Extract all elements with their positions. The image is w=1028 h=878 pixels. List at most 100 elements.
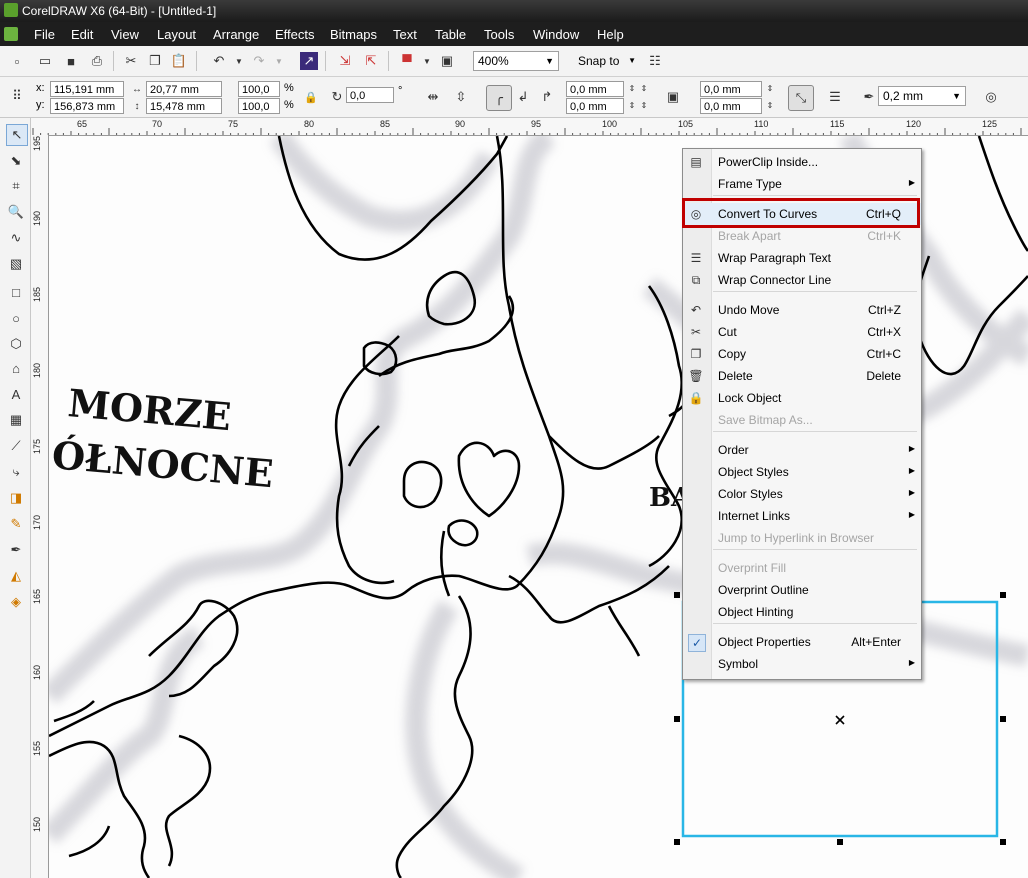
app-menu-icon[interactable] bbox=[4, 27, 18, 41]
ellipse-tool-icon[interactable]: ○ bbox=[6, 308, 26, 328]
copy-icon[interactable]: ❐ bbox=[146, 52, 164, 70]
snap-to-dropdown[interactable]: Snap to ▼ bbox=[570, 51, 640, 71]
selection-center-marker[interactable] bbox=[835, 715, 845, 725]
connector-tool-icon[interactable]: ⤷ bbox=[6, 462, 26, 482]
dimension-tool-icon[interactable]: ⟋ bbox=[6, 436, 26, 456]
freehand-tool-icon[interactable]: ∿ bbox=[6, 228, 26, 248]
lock-corners-icon[interactable]: ▣ bbox=[664, 88, 682, 106]
round-corner-icon[interactable]: ╭ bbox=[486, 85, 512, 111]
print-icon[interactable]: ⎙ bbox=[88, 52, 106, 70]
convert-to-curves-icon[interactable]: ◎ bbox=[982, 88, 1000, 106]
outline-pen-tool-icon[interactable]: ✒ bbox=[6, 540, 26, 560]
application-launcher-icon[interactable]: ▀ bbox=[398, 52, 416, 70]
open-folder-icon[interactable]: ▭ bbox=[36, 52, 54, 70]
search-content-icon[interactable]: ↗ bbox=[300, 52, 318, 70]
menu-item-wrap-paragraph-text[interactable]: ☰ Wrap Paragraph Text bbox=[683, 247, 921, 269]
redo-icon[interactable]: ↷ bbox=[250, 52, 268, 70]
menu-item-overprint-outline[interactable]: Overprint Outline bbox=[683, 579, 921, 601]
scallop-corner-icon[interactable]: ↲ bbox=[514, 88, 532, 106]
options-icon[interactable]: ☷ bbox=[646, 52, 664, 70]
table-tool-icon[interactable]: ▦ bbox=[6, 410, 26, 430]
menu-item-delete[interactable]: 🗑 Delete Delete bbox=[683, 365, 921, 387]
menu-item-symbol[interactable]: Symbol ▶ bbox=[683, 653, 921, 675]
spinner-icon[interactable]: ⇕ bbox=[638, 98, 650, 112]
undo-icon[interactable]: ↶ bbox=[210, 52, 228, 70]
menu-effects[interactable]: Effects bbox=[275, 27, 315, 42]
undo-dropdown-icon[interactable]: ▼ bbox=[230, 52, 248, 70]
wrap-text-icon[interactable]: ☰ bbox=[826, 88, 844, 106]
menu-item-internet-links[interactable]: Internet Links ▶ bbox=[683, 505, 921, 527]
object-origin-icon[interactable]: ⠿ bbox=[8, 87, 26, 105]
spinner-icon[interactable]: ⇕ bbox=[626, 98, 638, 112]
cut-icon[interactable]: ✂ bbox=[122, 52, 140, 70]
menu-item-object-styles[interactable]: Object Styles ▶ bbox=[683, 461, 921, 483]
rotation-angle-field[interactable]: 0,0 bbox=[346, 87, 394, 103]
mirror-horizontal-icon[interactable]: ⇹ bbox=[424, 88, 442, 106]
spinner-icon[interactable]: ⇕ bbox=[626, 81, 638, 95]
smart-fill-icon[interactable]: ▧ bbox=[6, 254, 26, 274]
x-position-field[interactable]: 115,191 mm bbox=[50, 81, 124, 97]
menu-layout[interactable]: Layout bbox=[157, 27, 196, 42]
menu-help[interactable]: Help bbox=[597, 27, 624, 42]
zoom-tool-icon[interactable]: 🔍 bbox=[6, 202, 26, 222]
chamfer-corner-icon[interactable]: ↱ bbox=[538, 88, 556, 106]
menu-item-lock-object[interactable]: 🔒 Lock Object bbox=[683, 387, 921, 409]
spinner-icon[interactable]: ⇕ bbox=[764, 98, 776, 112]
scale-x-field[interactable]: 100,0 bbox=[238, 81, 280, 97]
shape-tool-icon[interactable]: ⬊ bbox=[6, 151, 26, 171]
redo-dropdown-icon[interactable]: ▼ bbox=[270, 52, 288, 70]
menu-view[interactable]: View bbox=[111, 27, 139, 42]
menu-edit[interactable]: Edit bbox=[71, 27, 93, 42]
outline-width-dropdown[interactable]: 0,2 mm ▼ bbox=[878, 86, 966, 106]
text-tool-icon[interactable]: A bbox=[6, 384, 26, 404]
height-field[interactable]: 15,478 mm bbox=[146, 98, 222, 114]
fill-tool-icon[interactable]: ◭ bbox=[6, 566, 26, 586]
menu-arrange[interactable]: Arrange bbox=[213, 27, 259, 42]
spinner-icon[interactable]: ⇕ bbox=[764, 81, 776, 95]
export-icon[interactable]: ⇱ bbox=[362, 52, 380, 70]
blend-tool-icon[interactable]: ◨ bbox=[6, 488, 26, 508]
menu-table[interactable]: Table bbox=[435, 27, 466, 42]
corner-radius-bottom-left[interactable]: 0,0 mm bbox=[566, 98, 624, 114]
menu-item-copy[interactable]: ❐ Copy Ctrl+C bbox=[683, 343, 921, 365]
new-document-icon[interactable]: ▫ bbox=[8, 52, 26, 70]
save-icon[interactable]: ■ bbox=[62, 52, 80, 70]
menu-item-powerclip-inside[interactable]: ▤ PowerClip Inside... bbox=[683, 151, 921, 173]
menu-file[interactable]: File bbox=[34, 27, 55, 42]
spinner-icon[interactable]: ⇕ bbox=[638, 81, 650, 95]
menu-text[interactable]: Text bbox=[393, 27, 417, 42]
menu-item-object-hinting[interactable]: Object Hinting bbox=[683, 601, 921, 623]
menu-tools[interactable]: Tools bbox=[484, 27, 514, 42]
paste-icon[interactable]: 📋 bbox=[170, 52, 188, 70]
eyedropper-icon[interactable]: ✎ bbox=[6, 514, 26, 534]
rectangle-tool-icon[interactable]: □ bbox=[6, 282, 26, 302]
menu-window[interactable]: Window bbox=[533, 27, 579, 42]
corner-radius-top-left[interactable]: 0,0 mm bbox=[566, 81, 624, 97]
launcher-dropdown-icon[interactable]: ▼ bbox=[418, 52, 436, 70]
interactive-fill-icon[interactable]: ◈ bbox=[6, 592, 26, 612]
horizontal-ruler[interactable]: 65 70 75 80 85 90 95 100 105 110 115 120… bbox=[31, 118, 1028, 136]
menu-item-undo-move[interactable]: ↶ Undo Move Ctrl+Z bbox=[683, 299, 921, 321]
menu-bitmaps[interactable]: Bitmaps bbox=[330, 27, 377, 42]
scale-y-field[interactable]: 100,0 bbox=[238, 98, 280, 114]
menu-item-cut[interactable]: ✂ Cut Ctrl+X bbox=[683, 321, 921, 343]
menu-item-wrap-connector-line[interactable]: ⧉ Wrap Connector Line bbox=[683, 269, 921, 291]
menu-item-order[interactable]: Order ▶ bbox=[683, 439, 921, 461]
import-icon[interactable]: ⇲ bbox=[336, 52, 354, 70]
welcome-screen-icon[interactable]: ▣ bbox=[438, 52, 456, 70]
y-position-field[interactable]: 156,873 mm bbox=[50, 98, 124, 114]
vertical-ruler[interactable]: 195 190 185 180 175 170 165 160 155 150 bbox=[31, 135, 49, 878]
mirror-vertical-icon[interactable]: ⇳ bbox=[452, 88, 470, 106]
polygon-tool-icon[interactable]: ⬡ bbox=[6, 334, 26, 354]
pick-tool-icon[interactable]: ↖ bbox=[6, 124, 28, 146]
corner-radius-bottom-right[interactable]: 0,0 mm bbox=[700, 98, 762, 114]
zoom-level-dropdown[interactable]: 400% ▼ bbox=[473, 51, 559, 71]
lock-ratio-icon[interactable]: 🔒 bbox=[302, 88, 320, 106]
menu-item-color-styles[interactable]: Color Styles ▶ bbox=[683, 483, 921, 505]
corner-radius-top-right[interactable]: 0,0 mm bbox=[700, 81, 762, 97]
menu-item-object-properties[interactable]: ✓ Object Properties Alt+Enter bbox=[683, 631, 921, 653]
menu-item-frame-type[interactable]: Frame Type ▶ bbox=[683, 173, 921, 195]
basic-shapes-icon[interactable]: ⌂ bbox=[6, 358, 26, 378]
relative-corner-scaling-icon[interactable]: ⤡ bbox=[788, 85, 814, 111]
width-field[interactable]: 20,77 mm bbox=[146, 81, 222, 97]
